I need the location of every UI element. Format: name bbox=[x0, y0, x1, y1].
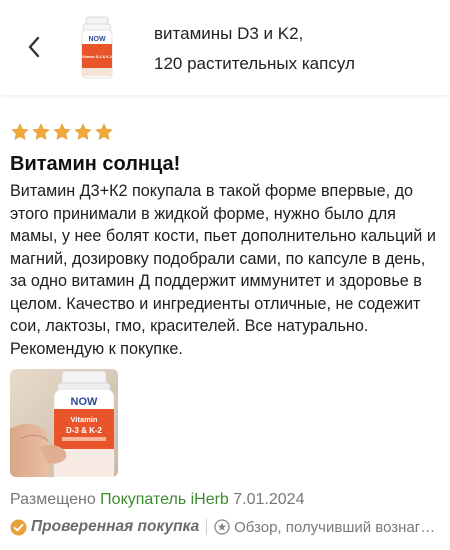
separator bbox=[206, 519, 208, 535]
posted-prefix: Размещено bbox=[10, 491, 96, 508]
buyer-link[interactable]: Покупатель iHerb bbox=[100, 491, 229, 508]
star-icon bbox=[53, 123, 71, 140]
thumbnail-brand-text: NOW bbox=[88, 36, 106, 43]
star-icon bbox=[32, 123, 50, 140]
review-body: Витамин Д3+К2 покупала в такой форме впе… bbox=[10, 182, 436, 358]
posted-date: 7.01.2024 bbox=[233, 491, 305, 508]
product-thumbnail[interactable]: NOW Vitamin D-3 & K-2 bbox=[76, 16, 118, 80]
reward-info-icon bbox=[214, 519, 230, 535]
product-title-line2: 120 растительных капсул bbox=[154, 54, 355, 73]
rating-stars bbox=[10, 122, 114, 144]
review-title: Витамин солнца! bbox=[10, 153, 181, 175]
review-photo[interactable]: NOW Vitamin D-3 & K-2 bbox=[10, 369, 118, 477]
verified-purchase-label: Проверенная покупка bbox=[31, 518, 200, 535]
photo-label-line1: Vitamin bbox=[71, 415, 98, 424]
photo-label-line2: D-3 & K-2 bbox=[66, 426, 103, 435]
star-icon bbox=[74, 123, 92, 140]
posted-info: Размещено Покупатель iHerb 7.01.2024 bbox=[10, 491, 304, 509]
product-title-line1: витамины D3 и K2, bbox=[154, 24, 304, 43]
product-header: NOW Vitamin D-3 & K-2 витамины D3 и K2, … bbox=[0, 0, 450, 95]
review-photo-image: NOW Vitamin D-3 & K-2 bbox=[10, 369, 118, 477]
reward-disclaimer[interactable]: Обзор, получивший вознаграждение bbox=[234, 519, 440, 536]
thumbnail-label-text: Vitamin D-3 & K-2 bbox=[82, 55, 112, 59]
back-button[interactable] bbox=[22, 33, 46, 61]
star-icon bbox=[11, 123, 29, 140]
verified-row: Проверенная покупка Обзор, получивший во… bbox=[10, 516, 440, 538]
verified-check-icon bbox=[10, 518, 27, 536]
back-chevron-icon bbox=[28, 36, 40, 58]
photo-brand-text: NOW bbox=[71, 396, 99, 408]
star-icon bbox=[95, 123, 113, 140]
product-title[interactable]: витамины D3 и K2, 120 растительных капсу… bbox=[154, 19, 434, 79]
